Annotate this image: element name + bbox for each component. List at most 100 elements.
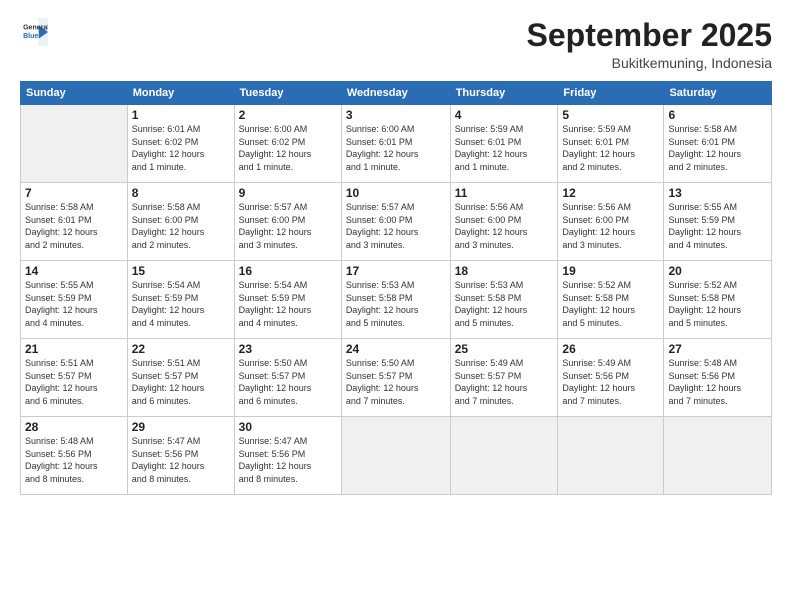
day-cell: 12Sunrise: 5:56 AM Sunset: 6:00 PM Dayli…: [558, 183, 664, 261]
day-cell: [558, 417, 664, 495]
day-number: 23: [239, 342, 337, 356]
day-cell: 8Sunrise: 5:58 AM Sunset: 6:00 PM Daylig…: [127, 183, 234, 261]
svg-text:Blue: Blue: [23, 33, 38, 40]
day-number: 30: [239, 420, 337, 434]
day-cell: 21Sunrise: 5:51 AM Sunset: 5:57 PM Dayli…: [21, 339, 128, 417]
day-number: 16: [239, 264, 337, 278]
day-info: Sunrise: 5:54 AM Sunset: 5:59 PM Dayligh…: [132, 279, 230, 329]
title-block: September 2025 Bukitkemuning, Indonesia: [527, 18, 772, 71]
day-number: 9: [239, 186, 337, 200]
day-info: Sunrise: 6:00 AM Sunset: 6:02 PM Dayligh…: [239, 123, 337, 173]
day-info: Sunrise: 5:52 AM Sunset: 5:58 PM Dayligh…: [562, 279, 659, 329]
day-number: 4: [455, 108, 554, 122]
month-title: September 2025: [527, 18, 772, 53]
day-cell: 9Sunrise: 5:57 AM Sunset: 6:00 PM Daylig…: [234, 183, 341, 261]
day-cell: [21, 105, 128, 183]
day-cell: 11Sunrise: 5:56 AM Sunset: 6:00 PM Dayli…: [450, 183, 558, 261]
day-cell: 6Sunrise: 5:58 AM Sunset: 6:01 PM Daylig…: [664, 105, 772, 183]
day-cell: 23Sunrise: 5:50 AM Sunset: 5:57 PM Dayli…: [234, 339, 341, 417]
week-row-2: 7Sunrise: 5:58 AM Sunset: 6:01 PM Daylig…: [21, 183, 772, 261]
day-cell: 13Sunrise: 5:55 AM Sunset: 5:59 PM Dayli…: [664, 183, 772, 261]
day-cell: 15Sunrise: 5:54 AM Sunset: 5:59 PM Dayli…: [127, 261, 234, 339]
day-cell: 18Sunrise: 5:53 AM Sunset: 5:58 PM Dayli…: [450, 261, 558, 339]
page: General Blue September 2025 Bukitkemunin…: [0, 0, 792, 612]
day-info: Sunrise: 5:51 AM Sunset: 5:57 PM Dayligh…: [132, 357, 230, 407]
day-cell: 4Sunrise: 5:59 AM Sunset: 6:01 PM Daylig…: [450, 105, 558, 183]
week-row-4: 21Sunrise: 5:51 AM Sunset: 5:57 PM Dayli…: [21, 339, 772, 417]
day-number: 5: [562, 108, 659, 122]
day-number: 14: [25, 264, 123, 278]
day-cell: 26Sunrise: 5:49 AM Sunset: 5:56 PM Dayli…: [558, 339, 664, 417]
day-cell: 2Sunrise: 6:00 AM Sunset: 6:02 PM Daylig…: [234, 105, 341, 183]
week-row-3: 14Sunrise: 5:55 AM Sunset: 5:59 PM Dayli…: [21, 261, 772, 339]
day-cell: [450, 417, 558, 495]
day-number: 19: [562, 264, 659, 278]
day-info: Sunrise: 5:50 AM Sunset: 5:57 PM Dayligh…: [346, 357, 446, 407]
svg-text:General: General: [23, 25, 48, 32]
weekday-monday: Monday: [127, 82, 234, 105]
weekday-wednesday: Wednesday: [341, 82, 450, 105]
day-cell: [341, 417, 450, 495]
day-info: Sunrise: 5:55 AM Sunset: 5:59 PM Dayligh…: [25, 279, 123, 329]
logo: General Blue: [20, 18, 50, 46]
day-info: Sunrise: 5:55 AM Sunset: 5:59 PM Dayligh…: [668, 201, 767, 251]
day-number: 13: [668, 186, 767, 200]
day-info: Sunrise: 5:47 AM Sunset: 5:56 PM Dayligh…: [239, 435, 337, 485]
day-number: 18: [455, 264, 554, 278]
location: Bukitkemuning, Indonesia: [527, 55, 772, 71]
day-cell: 22Sunrise: 5:51 AM Sunset: 5:57 PM Dayli…: [127, 339, 234, 417]
day-number: 17: [346, 264, 446, 278]
day-info: Sunrise: 5:47 AM Sunset: 5:56 PM Dayligh…: [132, 435, 230, 485]
day-info: Sunrise: 5:57 AM Sunset: 6:00 PM Dayligh…: [239, 201, 337, 251]
day-info: Sunrise: 5:58 AM Sunset: 6:01 PM Dayligh…: [668, 123, 767, 173]
day-number: 1: [132, 108, 230, 122]
day-number: 21: [25, 342, 123, 356]
day-info: Sunrise: 5:48 AM Sunset: 5:56 PM Dayligh…: [25, 435, 123, 485]
weekday-saturday: Saturday: [664, 82, 772, 105]
day-number: 10: [346, 186, 446, 200]
day-cell: 19Sunrise: 5:52 AM Sunset: 5:58 PM Dayli…: [558, 261, 664, 339]
day-info: Sunrise: 5:49 AM Sunset: 5:57 PM Dayligh…: [455, 357, 554, 407]
day-cell: 3Sunrise: 6:00 AM Sunset: 6:01 PM Daylig…: [341, 105, 450, 183]
day-info: Sunrise: 5:58 AM Sunset: 6:01 PM Dayligh…: [25, 201, 123, 251]
day-cell: [664, 417, 772, 495]
day-info: Sunrise: 5:51 AM Sunset: 5:57 PM Dayligh…: [25, 357, 123, 407]
day-number: 24: [346, 342, 446, 356]
calendar-table: SundayMondayTuesdayWednesdayThursdayFrid…: [20, 81, 772, 495]
day-number: 26: [562, 342, 659, 356]
day-cell: 29Sunrise: 5:47 AM Sunset: 5:56 PM Dayli…: [127, 417, 234, 495]
day-number: 7: [25, 186, 123, 200]
day-cell: 10Sunrise: 5:57 AM Sunset: 6:00 PM Dayli…: [341, 183, 450, 261]
weekday-sunday: Sunday: [21, 82, 128, 105]
day-cell: 16Sunrise: 5:54 AM Sunset: 5:59 PM Dayli…: [234, 261, 341, 339]
weekday-header-row: SundayMondayTuesdayWednesdayThursdayFrid…: [21, 82, 772, 105]
week-row-1: 1Sunrise: 6:01 AM Sunset: 6:02 PM Daylig…: [21, 105, 772, 183]
day-info: Sunrise: 5:57 AM Sunset: 6:00 PM Dayligh…: [346, 201, 446, 251]
weekday-tuesday: Tuesday: [234, 82, 341, 105]
day-cell: 1Sunrise: 6:01 AM Sunset: 6:02 PM Daylig…: [127, 105, 234, 183]
day-number: 27: [668, 342, 767, 356]
day-info: Sunrise: 5:50 AM Sunset: 5:57 PM Dayligh…: [239, 357, 337, 407]
day-cell: 14Sunrise: 5:55 AM Sunset: 5:59 PM Dayli…: [21, 261, 128, 339]
day-number: 3: [346, 108, 446, 122]
day-cell: 7Sunrise: 5:58 AM Sunset: 6:01 PM Daylig…: [21, 183, 128, 261]
day-number: 25: [455, 342, 554, 356]
day-cell: 25Sunrise: 5:49 AM Sunset: 5:57 PM Dayli…: [450, 339, 558, 417]
day-cell: 5Sunrise: 5:59 AM Sunset: 6:01 PM Daylig…: [558, 105, 664, 183]
day-info: Sunrise: 5:53 AM Sunset: 5:58 PM Dayligh…: [346, 279, 446, 329]
day-info: Sunrise: 5:53 AM Sunset: 5:58 PM Dayligh…: [455, 279, 554, 329]
header: General Blue September 2025 Bukitkemunin…: [20, 18, 772, 71]
logo-icon: General Blue: [20, 18, 48, 46]
day-info: Sunrise: 6:01 AM Sunset: 6:02 PM Dayligh…: [132, 123, 230, 173]
day-cell: 24Sunrise: 5:50 AM Sunset: 5:57 PM Dayli…: [341, 339, 450, 417]
day-number: 12: [562, 186, 659, 200]
day-info: Sunrise: 5:56 AM Sunset: 6:00 PM Dayligh…: [455, 201, 554, 251]
day-info: Sunrise: 6:00 AM Sunset: 6:01 PM Dayligh…: [346, 123, 446, 173]
day-info: Sunrise: 5:59 AM Sunset: 6:01 PM Dayligh…: [455, 123, 554, 173]
day-info: Sunrise: 5:49 AM Sunset: 5:56 PM Dayligh…: [562, 357, 659, 407]
day-number: 20: [668, 264, 767, 278]
day-info: Sunrise: 5:59 AM Sunset: 6:01 PM Dayligh…: [562, 123, 659, 173]
day-cell: 30Sunrise: 5:47 AM Sunset: 5:56 PM Dayli…: [234, 417, 341, 495]
day-number: 11: [455, 186, 554, 200]
day-number: 15: [132, 264, 230, 278]
